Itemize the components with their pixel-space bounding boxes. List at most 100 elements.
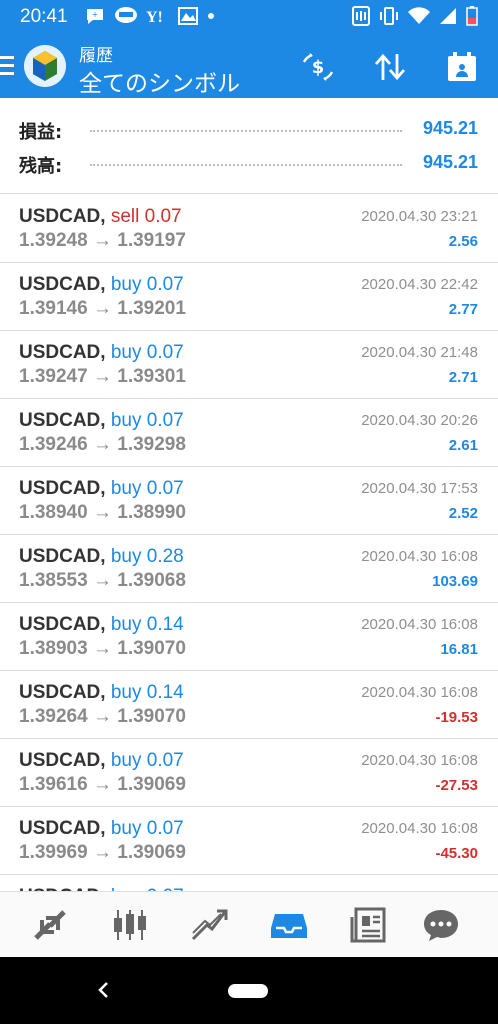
close-price: 1.39070 <box>117 706 186 727</box>
trade-icon[interactable] <box>189 906 229 944</box>
deal-time: 2020.04.30 16:08 <box>361 548 478 565</box>
deal-prices: 1.38903 → 1.39070 <box>19 638 186 660</box>
deal-symbol-line: USDCAD, buy 0.07 <box>19 274 184 296</box>
deal-prices: 1.39616 → 1.39069 <box>19 774 186 796</box>
deal-row[interactable]: USDCAD, buy 0.14 1.38903 → 1.39070 2020.04… <box>0 603 498 671</box>
price-arrow: → <box>92 230 112 251</box>
balance-value: 945.21 <box>422 152 478 172</box>
deal-row[interactable]: USDCAD, buy 0.28 1.38553 → 1.39068 2020.04… <box>0 535 498 603</box>
deal-type: buy <box>110 478 142 499</box>
line-app-icon <box>114 5 138 27</box>
price-arrow: → <box>92 502 112 523</box>
deal-row[interactable]: USDCAD, buy 0.14 1.39264 → 1.39070 2020.04… <box>0 671 498 739</box>
deal-type: buy <box>110 274 142 295</box>
currency-filter-icon[interactable]: $ <box>299 48 337 86</box>
battery-icon <box>466 5 478 27</box>
deal-volume: 0.07 <box>144 206 182 227</box>
deal-symbol: USDCAD, <box>19 206 106 227</box>
open-price: 1.38940 <box>19 502 88 523</box>
deal-volume: 0.28 <box>146 546 184 567</box>
close-price: 1.39298 <box>117 434 186 455</box>
deal-time: 2020.04.30 16:08 <box>361 820 478 837</box>
price-arrow: → <box>92 366 112 387</box>
status-time: 20:41 <box>20 6 68 27</box>
calendar-icon[interactable] <box>443 48 481 86</box>
price-arrow: → <box>92 706 112 727</box>
deal-time: 2020.04.30 16:08 <box>361 616 478 633</box>
svg-text:+: + <box>92 10 99 19</box>
chart-icon[interactable] <box>110 906 150 944</box>
deal-volume: 0.14 <box>146 682 184 703</box>
deal-row[interactable]: USDCAD, buy 0.07 1.39616 → 1.39069 2020.04… <box>0 739 498 807</box>
deal-symbol: USDCAD, <box>19 342 106 363</box>
deal-symbol: USDCAD, <box>19 614 106 635</box>
deal-row[interactable]: USDCAD, sell 0.07 1.39248 → 1.39197 2020.0… <box>0 195 498 263</box>
deal-type: buy <box>110 614 142 635</box>
svg-text:Y!: Y! <box>146 9 163 25</box>
deal-prices: 1.39146 → 1.39201 <box>19 298 186 320</box>
deal-row[interactable]: USDCAD, buy 0.07 <box>0 875 498 891</box>
deal-symbol-line: USDCAD, sell 0.07 <box>19 206 182 228</box>
deal-symbol: USDCAD, <box>19 274 106 295</box>
deal-type: buy <box>110 750 142 771</box>
close-price: 1.39070 <box>117 638 186 659</box>
deal-profit: 16.81 <box>440 641 478 658</box>
close-price: 1.39197 <box>117 230 186 251</box>
history-icon[interactable] <box>269 906 309 944</box>
dotted-leader <box>90 164 402 166</box>
deal-profit: 2.61 <box>448 437 478 454</box>
close-price: 1.38990 <box>117 502 186 523</box>
deal-symbol-line: USDCAD, buy 0.14 <box>19 682 184 704</box>
deal-type: buy <box>110 682 142 703</box>
deal-volume: 0.07 <box>146 478 184 499</box>
deal-symbol: USDCAD, <box>19 410 106 431</box>
bottom-nav <box>0 891 498 957</box>
deal-row[interactable]: USDCAD, buy 0.07 1.39246 → 1.39298 2020.04… <box>0 399 498 467</box>
account-summary: 損益: 945.21 残高: 945.21 <box>0 98 498 194</box>
dot-icon <box>206 5 216 27</box>
deal-prices: 1.39264 → 1.39070 <box>19 706 186 728</box>
price-arrow: → <box>92 638 112 659</box>
deal-prices: 1.38553 → 1.39068 <box>19 570 186 592</box>
deal-row[interactable]: USDCAD, buy 0.07 1.39146 → 1.39201 2020.04… <box>0 263 498 331</box>
deal-row[interactable]: USDCAD, buy 0.07 1.38940 → 1.38990 2020.04… <box>0 467 498 535</box>
open-price: 1.39246 <box>19 434 88 455</box>
deal-volume: 0.14 <box>146 614 184 635</box>
deal-symbol: USDCAD, <box>19 750 106 771</box>
back-icon[interactable] <box>96 979 112 1005</box>
deal-profit: 2.77 <box>448 301 478 318</box>
deal-list[interactable]: USDCAD, sell 0.07 1.39248 → 1.39197 2020.0… <box>0 195 498 891</box>
open-price: 1.39146 <box>19 298 88 319</box>
sort-icon[interactable] <box>371 48 409 86</box>
balance-label: 残高: <box>19 156 63 177</box>
price-arrow: → <box>92 434 112 455</box>
status-left-icons: + Y! <box>84 5 216 27</box>
yahoo-icon: Y! <box>146 5 170 27</box>
nfc-icon <box>352 5 370 27</box>
deal-symbol: USDCAD, <box>19 682 106 703</box>
deal-type: buy <box>110 546 142 567</box>
menu-icon[interactable] <box>0 56 14 76</box>
symbol-selector[interactable]: 全てのシンボル <box>79 64 240 98</box>
home-pill[interactable] <box>228 984 268 998</box>
messages-icon[interactable] <box>421 906 461 944</box>
status-right-icons <box>352 5 478 27</box>
quotes-icon[interactable] <box>30 906 70 944</box>
gallery-icon <box>178 5 198 27</box>
open-price: 1.39969 <box>19 842 88 863</box>
open-price: 1.39264 <box>19 706 88 727</box>
news-icon[interactable] <box>349 906 389 944</box>
deal-row[interactable]: USDCAD, buy 0.07 1.39969 → 1.39069 2020.04… <box>0 807 498 875</box>
deal-symbol-line: USDCAD, buy 0.07 <box>19 750 184 772</box>
wifi-icon <box>408 5 430 27</box>
deal-type: sell <box>110 206 140 227</box>
deal-profit: 2.56 <box>448 233 478 250</box>
profit-value: 945.21 <box>422 118 478 138</box>
deal-profit: 2.52 <box>448 505 478 522</box>
deal-symbol: USDCAD, <box>19 818 106 839</box>
close-price: 1.39069 <box>117 842 186 863</box>
deal-symbol-line: USDCAD, buy 0.14 <box>19 614 184 636</box>
deal-row[interactable]: USDCAD, buy 0.07 1.39247 → 1.39301 2020.04… <box>0 331 498 399</box>
open-price: 1.38903 <box>19 638 88 659</box>
deal-type: buy <box>110 818 142 839</box>
